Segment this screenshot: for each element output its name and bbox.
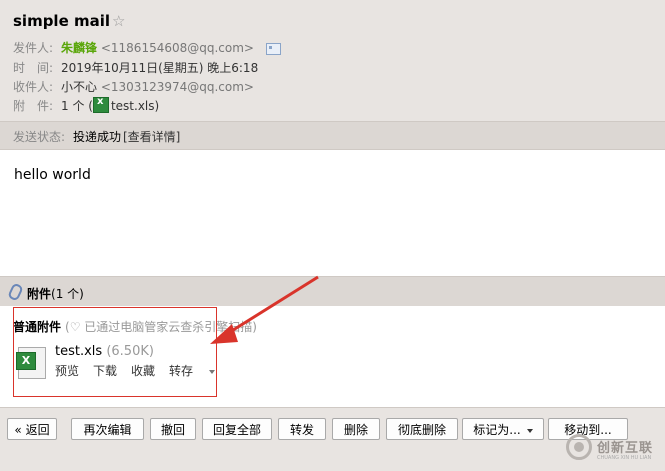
chevron-down-icon xyxy=(526,428,533,433)
from-row: 发件人: 朱麟锋 <1186154608@qq.com> xyxy=(13,39,281,56)
time-row: 时 间: 2019年10月11日(星期五) 晚上6:18 xyxy=(13,59,258,76)
mail-subject: simple mail ☆ xyxy=(13,12,125,30)
time-value: 2019年10月11日(星期五) 晚上6:18 xyxy=(61,61,259,75)
recall-button[interactable]: 撤回 xyxy=(150,418,196,440)
excel-mini-icon xyxy=(92,96,109,113)
attachment-title-text: 附件 xyxy=(27,287,52,301)
reply-all-button[interactable]: 回复全部 xyxy=(202,418,272,440)
mail-header: simple mail ☆ 发件人: 朱麟锋 <1186154608@qq.com>… xyxy=(0,0,665,121)
recipient-name[interactable]: 小不心 xyxy=(61,80,97,94)
mark-as-button[interactable]: 标记为... xyxy=(462,418,544,440)
attachment-close-paren: ) xyxy=(154,99,160,113)
highlight-box xyxy=(13,307,217,397)
mail-body-text: hello world xyxy=(14,167,91,183)
paperclip-icon xyxy=(7,282,24,302)
attachment-link[interactable]: test.xls xyxy=(111,99,155,113)
time-label: 时 间: xyxy=(13,61,54,75)
status-detail-link[interactable]: [查看详情] xyxy=(123,128,180,145)
watermark: 创新互联 CHUANG XIN HU LIAN xyxy=(566,432,665,470)
attachment-title: 附件(1 个) xyxy=(27,285,84,302)
watermark-logo-icon xyxy=(566,434,592,460)
delete-permanently-button[interactable]: 彻底删除 xyxy=(386,418,458,440)
status-label: 发送状态: xyxy=(13,130,66,144)
to-label: 收件人: xyxy=(13,80,54,94)
from-label: 发件人: xyxy=(13,41,54,55)
watermark-subtext: CHUANG XIN HU LIAN xyxy=(597,455,652,461)
attachment-count: 1 个 ( xyxy=(61,99,93,113)
contact-card-icon[interactable] xyxy=(265,42,281,55)
watermark-text: 创新互联 xyxy=(597,441,654,456)
to-row: 收件人: 小不心 <1303123974@qq.com> xyxy=(13,78,254,95)
subject-text: simple mail xyxy=(13,12,111,30)
attachment-title-count: (1 个) xyxy=(51,287,84,301)
star-icon[interactable]: ☆ xyxy=(112,12,125,30)
mark-as-label: 标记为... xyxy=(473,423,521,437)
attachment-bar: 附件(1 个) xyxy=(0,276,665,306)
delivery-status-bar: 发送状态: 投递成功 [查看详情] xyxy=(0,121,665,150)
status-value: 投递成功 xyxy=(73,130,122,144)
delete-button[interactable]: 删除 xyxy=(332,418,380,440)
forward-button[interactable]: 转发 xyxy=(278,418,326,440)
sender-name[interactable]: 朱麟锋 xyxy=(61,41,97,55)
sender-address: <1186154608@qq.com> xyxy=(100,41,254,55)
back-button[interactable]: « 返回 xyxy=(7,418,57,440)
attachment-row: 附 件: 1 个 ( test.xls) xyxy=(13,96,160,114)
recipient-address: <1303123974@qq.com> xyxy=(100,80,254,94)
reedit-button[interactable]: 再次编辑 xyxy=(71,418,144,440)
attachment-label: 附 件: xyxy=(13,99,54,113)
